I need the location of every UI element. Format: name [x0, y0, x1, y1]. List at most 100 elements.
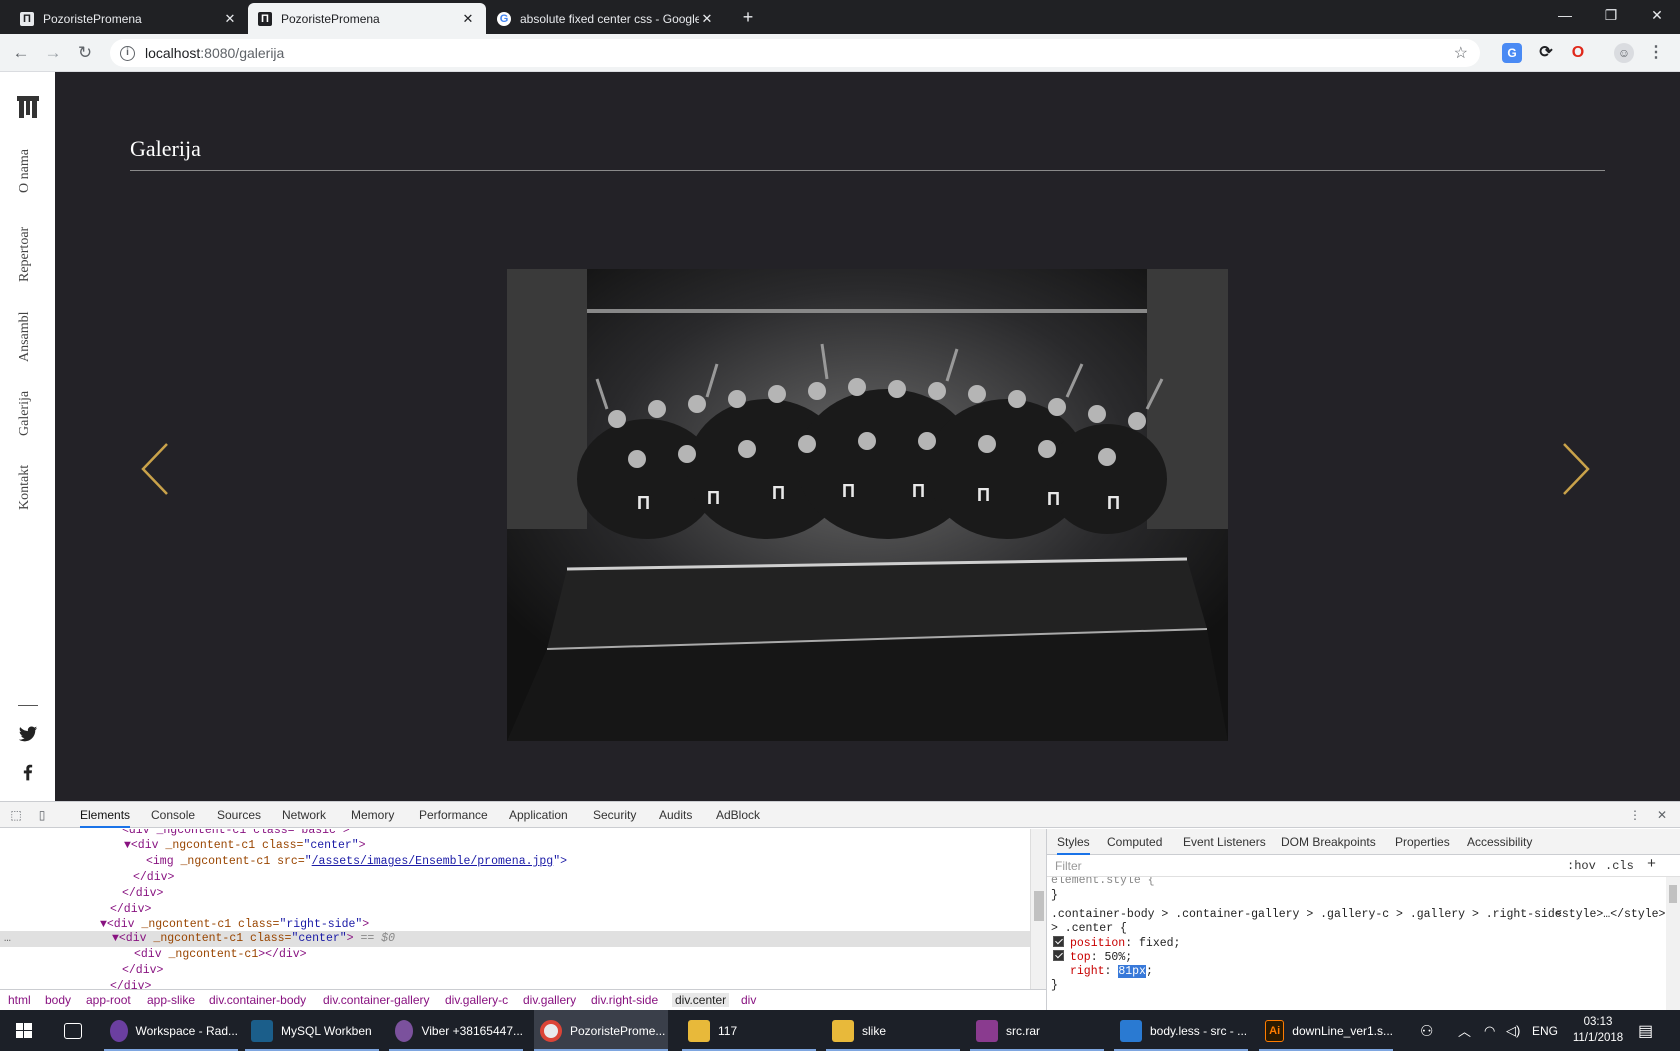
- dom-tree[interactable]: <div _ngcontent-c1 class="basic"> ▼<div …: [0, 829, 1030, 989]
- bookmark-star-icon[interactable]: ☆: [1454, 43, 1468, 63]
- sidebar-item-o-nama[interactable]: O nama: [17, 149, 33, 193]
- device-toggle-icon[interactable]: ▯: [34, 807, 50, 823]
- dom-row-ellipsis[interactable]: …: [4, 931, 11, 947]
- forward-arrow-icon[interactable]: →: [40, 40, 66, 66]
- taskbar-app-folder-117[interactable]: 117: [682, 1010, 816, 1051]
- breadcrumb-gallery[interactable]: div.gallery: [523, 993, 576, 1007]
- devtools-tab-console[interactable]: Console: [151, 802, 195, 828]
- css-value[interactable]: fixed;: [1139, 937, 1180, 950]
- devtools-close-icon[interactable]: ✕: [1654, 807, 1670, 823]
- devtools-tab-elements[interactable]: Elements: [80, 802, 131, 828]
- breadcrumb-center[interactable]: div.center: [672, 993, 730, 1007]
- taskbar-app-illustrator[interactable]: Ai downLine_ver1.s...: [1259, 1010, 1393, 1051]
- taskbar-app-workspace[interactable]: Workspace - Rad...: [104, 1010, 238, 1051]
- styles-tab-accessibility[interactable]: Accessibility: [1467, 829, 1532, 855]
- taskbar-app-viber[interactable]: Viber +38165447...: [389, 1010, 523, 1051]
- dom-node[interactable]: </div>: [122, 963, 163, 979]
- new-tab-button[interactable]: +: [737, 6, 759, 28]
- sidebar-item-kontakt[interactable]: Kontakt: [17, 465, 33, 510]
- taskbar-app-mysql[interactable]: MySQL Workben: [245, 1010, 379, 1051]
- declaration-checkbox[interactable]: [1053, 950, 1064, 961]
- restore-window-button[interactable]: ❐: [1588, 0, 1634, 30]
- dom-node-selected[interactable]: ▼<div _ngcontent-c1 class="center"> == $…: [112, 931, 395, 947]
- sidebar-item-repertoar[interactable]: Repertoar: [17, 227, 33, 282]
- reload-icon[interactable]: ↻: [72, 40, 98, 66]
- styles-scrollbar[interactable]: [1666, 877, 1680, 1011]
- styles-tab-computed[interactable]: Computed: [1107, 829, 1162, 855]
- css-property[interactable]: position: [1070, 937, 1125, 950]
- facebook-icon[interactable]: [18, 762, 38, 782]
- back-arrow-icon[interactable]: ←: [8, 40, 34, 66]
- close-tab-icon[interactable]: ✕: [699, 11, 715, 27]
- promena-logo-icon[interactable]: [16, 94, 40, 120]
- minimize-window-button[interactable]: —: [1542, 0, 1588, 30]
- css-property[interactable]: right: [1070, 965, 1105, 978]
- styles-tab-properties[interactable]: Properties: [1395, 829, 1450, 855]
- tray-overflow-chevron-icon[interactable]: ︿: [1458, 1010, 1471, 1051]
- devtools-menu-icon[interactable]: ⋮: [1627, 807, 1643, 823]
- css-declaration[interactable]: right: 81px;: [1070, 964, 1153, 979]
- scrollbar-thumb[interactable]: [1034, 891, 1044, 921]
- breadcrumb-right-side[interactable]: div.right-side: [591, 993, 658, 1007]
- devtools-tab-network[interactable]: Network: [282, 802, 326, 828]
- browser-tab-active[interactable]: Π PozoristePromena ✕: [248, 3, 486, 34]
- devtools-tab-audits[interactable]: Audits: [659, 802, 692, 828]
- dom-node[interactable]: <img _ngcontent-c1 src="/assets/images/E…: [146, 854, 567, 870]
- css-declaration[interactable]: top: 50%;: [1053, 950, 1132, 965]
- taskbar-app-chrome[interactable]: PozoristeProme...: [534, 1010, 668, 1051]
- class-toggle[interactable]: .cls: [1605, 859, 1634, 873]
- volume-icon[interactable]: ◁): [1506, 1010, 1520, 1051]
- breadcrumb-container-body[interactable]: div.container-body: [209, 993, 306, 1007]
- css-selector[interactable]: .container-body > .container-gallery > .…: [1051, 907, 1562, 922]
- css-value-editing[interactable]: 81px: [1118, 965, 1146, 978]
- css-value[interactable]: 50%;: [1105, 951, 1133, 964]
- wifi-icon[interactable]: ◠: [1484, 1010, 1495, 1051]
- styles-tab-event-listeners[interactable]: Event Listeners: [1183, 829, 1266, 855]
- dom-src-link[interactable]: /assets/images/Ensemble/promena.jpg: [312, 855, 554, 868]
- close-window-button[interactable]: ✕: [1634, 0, 1680, 30]
- dom-node[interactable]: </div>: [122, 886, 163, 902]
- notifications-icon[interactable]: ▤: [1638, 1010, 1653, 1051]
- dom-node[interactable]: </div>: [110, 979, 151, 989]
- browser-tab[interactable]: G absolute fixed center css - Google ✕: [487, 3, 725, 34]
- next-arrow-icon[interactable]: [1561, 442, 1591, 496]
- breadcrumb-gallery-c[interactable]: div.gallery-c: [445, 993, 508, 1007]
- dom-node[interactable]: ▼<div _ngcontent-c1 class="center">: [124, 838, 366, 854]
- new-style-rule-button[interactable]: +: [1647, 856, 1656, 873]
- devtools-tab-sources[interactable]: Sources: [217, 802, 261, 828]
- profile-avatar-icon[interactable]: ☺: [1614, 43, 1634, 63]
- element-style-rule[interactable]: element.style {: [1051, 877, 1155, 888]
- translate-extension-icon[interactable]: G: [1502, 43, 1522, 63]
- breadcrumb-app-slike[interactable]: app-slike: [147, 993, 195, 1007]
- language-indicator[interactable]: ENG: [1532, 1010, 1558, 1051]
- devtools-tab-performance[interactable]: Performance: [419, 802, 488, 828]
- dom-node[interactable]: </div>: [133, 870, 174, 886]
- scrollbar-thumb[interactable]: [1669, 885, 1677, 903]
- taskbar-app-vscode[interactable]: body.less - src - ...: [1114, 1010, 1248, 1051]
- styles-tab-dom-breakpoints[interactable]: DOM Breakpoints: [1281, 829, 1376, 855]
- declaration-checkbox[interactable]: [1053, 936, 1064, 947]
- opera-extension-icon[interactable]: O: [1568, 43, 1588, 63]
- taskbar-app-winrar[interactable]: src.rar: [970, 1010, 1104, 1051]
- inspect-element-icon[interactable]: ⬚: [8, 807, 24, 823]
- breadcrumb-html[interactable]: html: [8, 993, 31, 1007]
- css-declaration[interactable]: position: fixed;: [1053, 936, 1180, 951]
- breadcrumb-app-root[interactable]: app-root: [86, 993, 131, 1007]
- styles-filter-bar[interactable]: Filter :hov .cls +: [1047, 855, 1680, 877]
- browser-menu-icon[interactable]: ⋮: [1646, 43, 1666, 63]
- styles-filter-input[interactable]: Filter: [1055, 859, 1082, 873]
- breadcrumb-div[interactable]: div: [741, 993, 756, 1007]
- dom-node[interactable]: <div _ngcontent-c1></div>: [134, 947, 307, 963]
- sidebar-item-ansambl[interactable]: Ansambl: [17, 311, 33, 362]
- close-tab-icon[interactable]: ✕: [222, 11, 238, 27]
- sidebar-item-galerija[interactable]: Galerija: [17, 391, 33, 436]
- close-tab-icon[interactable]: ✕: [460, 11, 476, 27]
- styles-tab-styles[interactable]: Styles: [1057, 829, 1090, 855]
- system-clock[interactable]: 03:13 11/1/2018: [1563, 1014, 1633, 1046]
- site-info-icon[interactable]: i: [120, 45, 135, 61]
- task-view-button[interactable]: [58, 1010, 102, 1051]
- previous-arrow-icon[interactable]: [140, 442, 170, 496]
- devtools-tab-application[interactable]: Application: [509, 802, 568, 828]
- style-source-link[interactable]: <style>…</style>: [1555, 907, 1665, 922]
- breadcrumb-container-gallery[interactable]: div.container-gallery: [323, 993, 430, 1007]
